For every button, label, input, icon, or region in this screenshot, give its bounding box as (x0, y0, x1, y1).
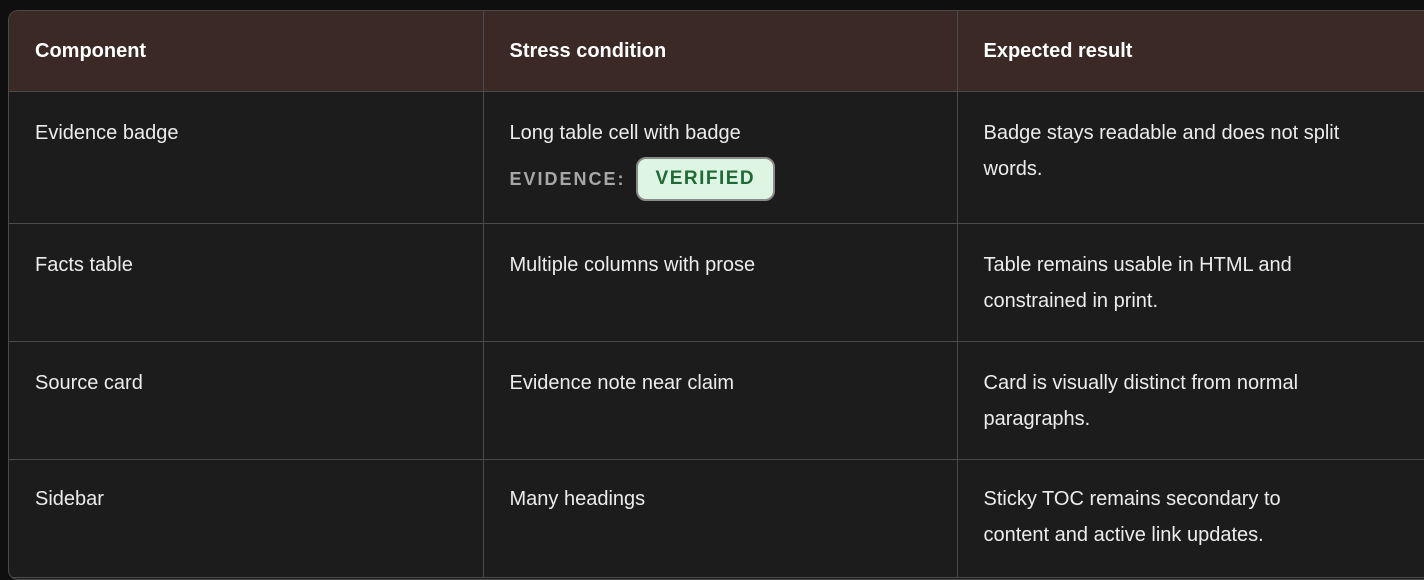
column-header-component: Component (9, 11, 484, 92)
evidence-badge: VERIFIED (635, 156, 776, 201)
cell-expected: Card is visually distinct from normal pa… (957, 341, 1424, 460)
cell-condition: Many headings (483, 459, 958, 578)
table-body: Evidence badge Long table cell with badg… (9, 91, 1424, 578)
table-row: Evidence badge Long table cell with badg… (9, 91, 1424, 224)
column-header-stress-condition: Stress condition (483, 11, 958, 92)
cell-component: Facts table (9, 223, 484, 342)
expected-text: Card is visually distinct from normal pa… (983, 371, 1299, 430)
header-row: Component Stress condition Expected resu… (9, 11, 1424, 92)
table-row: Source card Evidence note near claim Car… (9, 341, 1424, 460)
evidence-badge-line: EVIDENCE: VERIFIED (510, 156, 931, 202)
evidence-badge-prefix: EVIDENCE: (509, 168, 626, 189)
expected-text: Badge stays readable and does not split … (983, 121, 1340, 180)
cell-component: Source card (9, 341, 484, 460)
table-row: Sidebar Many headings Sticky TOC remains… (9, 459, 1424, 578)
cell-component: Sidebar (9, 459, 484, 578)
cell-condition: Multiple columns with prose (483, 223, 958, 342)
expected-text: Table remains usable in HTML and constra… (983, 253, 1292, 312)
cell-expected: Badge stays readable and does not split … (957, 91, 1424, 224)
column-header-expected-result: Expected result (957, 11, 1424, 92)
table-row: Facts table Multiple columns with prose … (9, 223, 1424, 342)
stress-test-table-container: Component Stress condition Expected resu… (8, 10, 1424, 580)
cell-component: Evidence badge (9, 91, 484, 224)
expected-text: Sticky TOC remains secondary to content … (983, 487, 1281, 546)
cell-condition: Long table cell with badge EVIDENCE: VER… (483, 91, 958, 224)
stress-test-table: Component Stress condition Expected resu… (9, 11, 1424, 578)
table-header: Component Stress condition Expected resu… (9, 11, 1424, 92)
cell-expected: Table remains usable in HTML and constra… (957, 223, 1424, 342)
condition-text: Long table cell with badge (509, 121, 741, 144)
cell-condition: Evidence note near claim (483, 341, 958, 460)
cell-expected: Sticky TOC remains secondary to content … (957, 459, 1424, 578)
